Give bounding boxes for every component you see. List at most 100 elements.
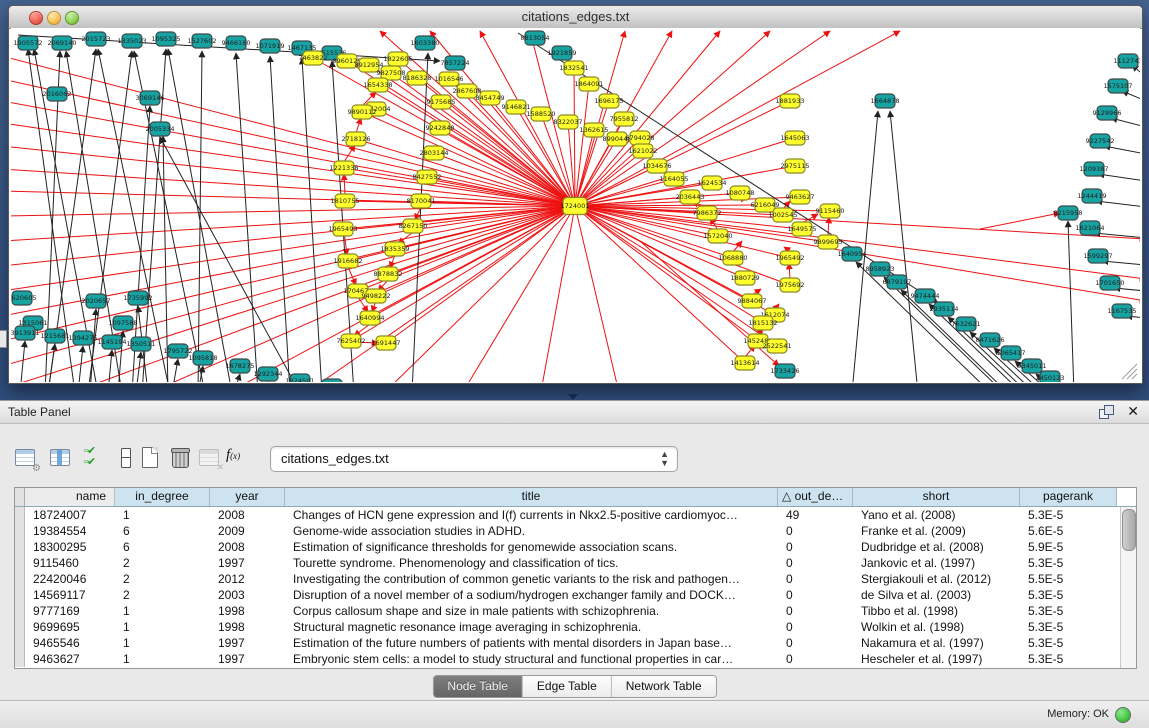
graph-node[interactable]: 8878832 — [374, 267, 403, 281]
column-header-year[interactable]: year — [210, 488, 285, 506]
panel-collapse-handle[interactable] — [0, 330, 7, 348]
cell-in_degree[interactable]: 1 — [115, 619, 210, 635]
graph-node[interactable]: 6794028 — [626, 131, 655, 145]
cell-year[interactable]: 1997 — [210, 635, 285, 651]
graph-node[interactable]: 1603380 — [411, 36, 440, 50]
graph-node[interactable]: 1832541 — [560, 61, 589, 75]
graph-node[interactable]: 3913911 — [11, 326, 39, 340]
close-panel-icon[interactable]: ✕ — [1127, 403, 1139, 420]
cell-title[interactable]: Disruption of a novel member of a sodium… — [285, 587, 778, 603]
cell-in_degree[interactable]: 6 — [115, 523, 210, 539]
graph-node[interactable]: 1097588 — [109, 316, 138, 330]
cell-short[interactable]: Franke et al. (2009) — [853, 523, 1020, 539]
cell-title[interactable]: Estimation of significance thresholds fo… — [285, 539, 778, 555]
table-row[interactable]: 969969511998Structural magnetic resonanc… — [15, 619, 1136, 635]
cell-short[interactable]: Stergiakouli et al. (2012) — [853, 571, 1020, 587]
cell-short[interactable]: Tibbo et al. (1998) — [853, 603, 1020, 619]
graph-node[interactable]: 2020657 — [82, 294, 111, 308]
graph-node[interactable]: 1965492 — [776, 251, 805, 265]
vertical-scrollbar[interactable] — [1120, 507, 1136, 668]
graph-node[interactable]: 1640954 — [838, 247, 867, 261]
table-row[interactable]: 1830029562008Estimation of significance … — [15, 539, 1136, 555]
graph-node[interactable]: 1095818 — [189, 351, 218, 365]
tab-edge-table[interactable]: Edge Table — [523, 676, 612, 697]
graph-node[interactable]: 1080748 — [726, 186, 755, 200]
graph-node[interactable]: 1735992 — [124, 291, 153, 305]
graph-node[interactable]: 7955812 — [610, 112, 639, 126]
cell-year[interactable]: 2009 — [210, 523, 285, 539]
cell-short[interactable]: Dudbridge et al. (2008) — [853, 539, 1020, 555]
cell-title[interactable]: Genome-wide association studies in ADHD. — [285, 523, 778, 539]
graph-node[interactable]: 8454749 — [476, 91, 505, 105]
graph-node[interactable]: 8958923 — [866, 262, 895, 276]
column-header-in_degree[interactable]: in_degree — [115, 488, 210, 506]
graph-node[interactable]: 1822605 — [384, 52, 413, 66]
column-header-out_de[interactable]: △ out_de… — [778, 488, 853, 506]
cell-short[interactable]: Hescheler et al. (1997) — [853, 651, 1020, 667]
cell-pagerank[interactable]: 5.3E-5 — [1020, 635, 1117, 651]
column-header-name[interactable]: name — [25, 488, 115, 506]
float-panel-icon[interactable] — [1099, 405, 1113, 418]
graph-node[interactable]: 1664878 — [871, 94, 900, 108]
graph-node[interactable]: 9884067 — [738, 294, 767, 308]
citation-network-graph[interactable]: 1905572206914020157231335023109532515276… — [11, 28, 1140, 382]
graph-node[interactable]: 8471626 — [976, 333, 1005, 347]
cell-out_de[interactable]: 0 — [778, 539, 853, 555]
graph-node[interactable]: 9474444 — [911, 289, 940, 303]
cell-name[interactable]: 18300295 — [25, 539, 115, 555]
rows-icon[interactable] — [114, 446, 138, 470]
cell-in_degree[interactable]: 1 — [115, 651, 210, 667]
graph-node[interactable]: 2016062 — [43, 87, 72, 101]
graph-node[interactable]: 7986372 — [693, 206, 722, 220]
table-row[interactable]: 946554611997Estimation of the future num… — [15, 635, 1136, 651]
cell-title[interactable]: Corpus callosum shape and size in male p… — [285, 603, 778, 619]
table-settings-icon[interactable]: ⚙ — [14, 446, 38, 470]
cell-name[interactable]: 22420046 — [25, 571, 115, 587]
graph-node[interactable]: 1835359 — [381, 242, 410, 256]
cell-out_de[interactable]: 0 — [778, 651, 853, 667]
graph-node[interactable]: 8170041 — [407, 194, 436, 208]
graph-node[interactable]: 8215958 — [1054, 206, 1083, 220]
cell-year[interactable]: 2003 — [210, 587, 285, 603]
graph-node[interactable]: 1034676 — [643, 159, 672, 173]
graph-node[interactable]: 1881933 — [776, 94, 805, 108]
column-header-short[interactable]: short — [853, 488, 1020, 506]
graph-node[interactable]: 1575107 — [1104, 79, 1133, 93]
graph-node[interactable]: 1733426 — [771, 364, 800, 378]
cell-in_degree[interactable]: 6 — [115, 539, 210, 555]
cell-short[interactable]: de Silva et al. (2003) — [853, 587, 1020, 603]
graph-node[interactable]: 1350511 — [127, 337, 156, 351]
cell-name[interactable]: 9115460 — [25, 555, 115, 571]
graph-node[interactable]: 9115460 — [816, 204, 845, 218]
graph-node[interactable]: 7857224 — [441, 56, 470, 70]
cell-title[interactable]: Embryonic stem cells: a model to study s… — [285, 651, 778, 667]
cell-title[interactable]: Structural magnetic resonance image aver… — [285, 619, 778, 635]
graph-node[interactable]: 1209387 — [1080, 162, 1109, 176]
cell-short[interactable]: Nakamura et al. (1997) — [853, 635, 1020, 651]
graph-node[interactable]: 2015723 — [82, 32, 111, 46]
graph-node[interactable]: 9175685 — [427, 95, 456, 109]
graph-node[interactable]: 1678275 — [226, 359, 255, 373]
table-selector-combobox[interactable]: citations_edges.txt ▲▼ — [270, 446, 678, 472]
graph-node[interactable]: 1413614 — [731, 356, 760, 370]
function-builder-icon[interactable]: f(x) — [226, 446, 250, 470]
cell-name[interactable]: 9699695 — [25, 619, 115, 635]
cell-name[interactable]: 14569117 — [25, 587, 115, 603]
graph-node[interactable]: 8427552 — [413, 170, 442, 184]
cell-pagerank[interactable]: 5.3E-5 — [1020, 619, 1117, 635]
graph-node[interactable]: 1810755 — [331, 194, 360, 208]
cell-year[interactable]: 1997 — [210, 651, 285, 667]
cell-in_degree[interactable]: 2 — [115, 571, 210, 587]
graph-node[interactable]: 1068880 — [719, 251, 748, 265]
graph-node[interactable]: 1071919 — [256, 39, 285, 53]
column-select-icon[interactable] — [49, 446, 73, 470]
cell-year[interactable]: 1998 — [210, 603, 285, 619]
graph-node[interactable]: 1621064 — [1076, 221, 1105, 235]
cell-out_de[interactable]: 0 — [778, 635, 853, 651]
graph-node[interactable]: 9129966 — [1093, 106, 1122, 120]
graph-node[interactable]: 1696175 — [595, 94, 624, 108]
graph-node[interactable]: 1164055 — [660, 172, 689, 186]
cell-out_de[interactable]: 49 — [778, 507, 853, 523]
cell-year[interactable]: 1997 — [210, 555, 285, 571]
graph-node[interactable]: 1654338 — [364, 78, 393, 92]
